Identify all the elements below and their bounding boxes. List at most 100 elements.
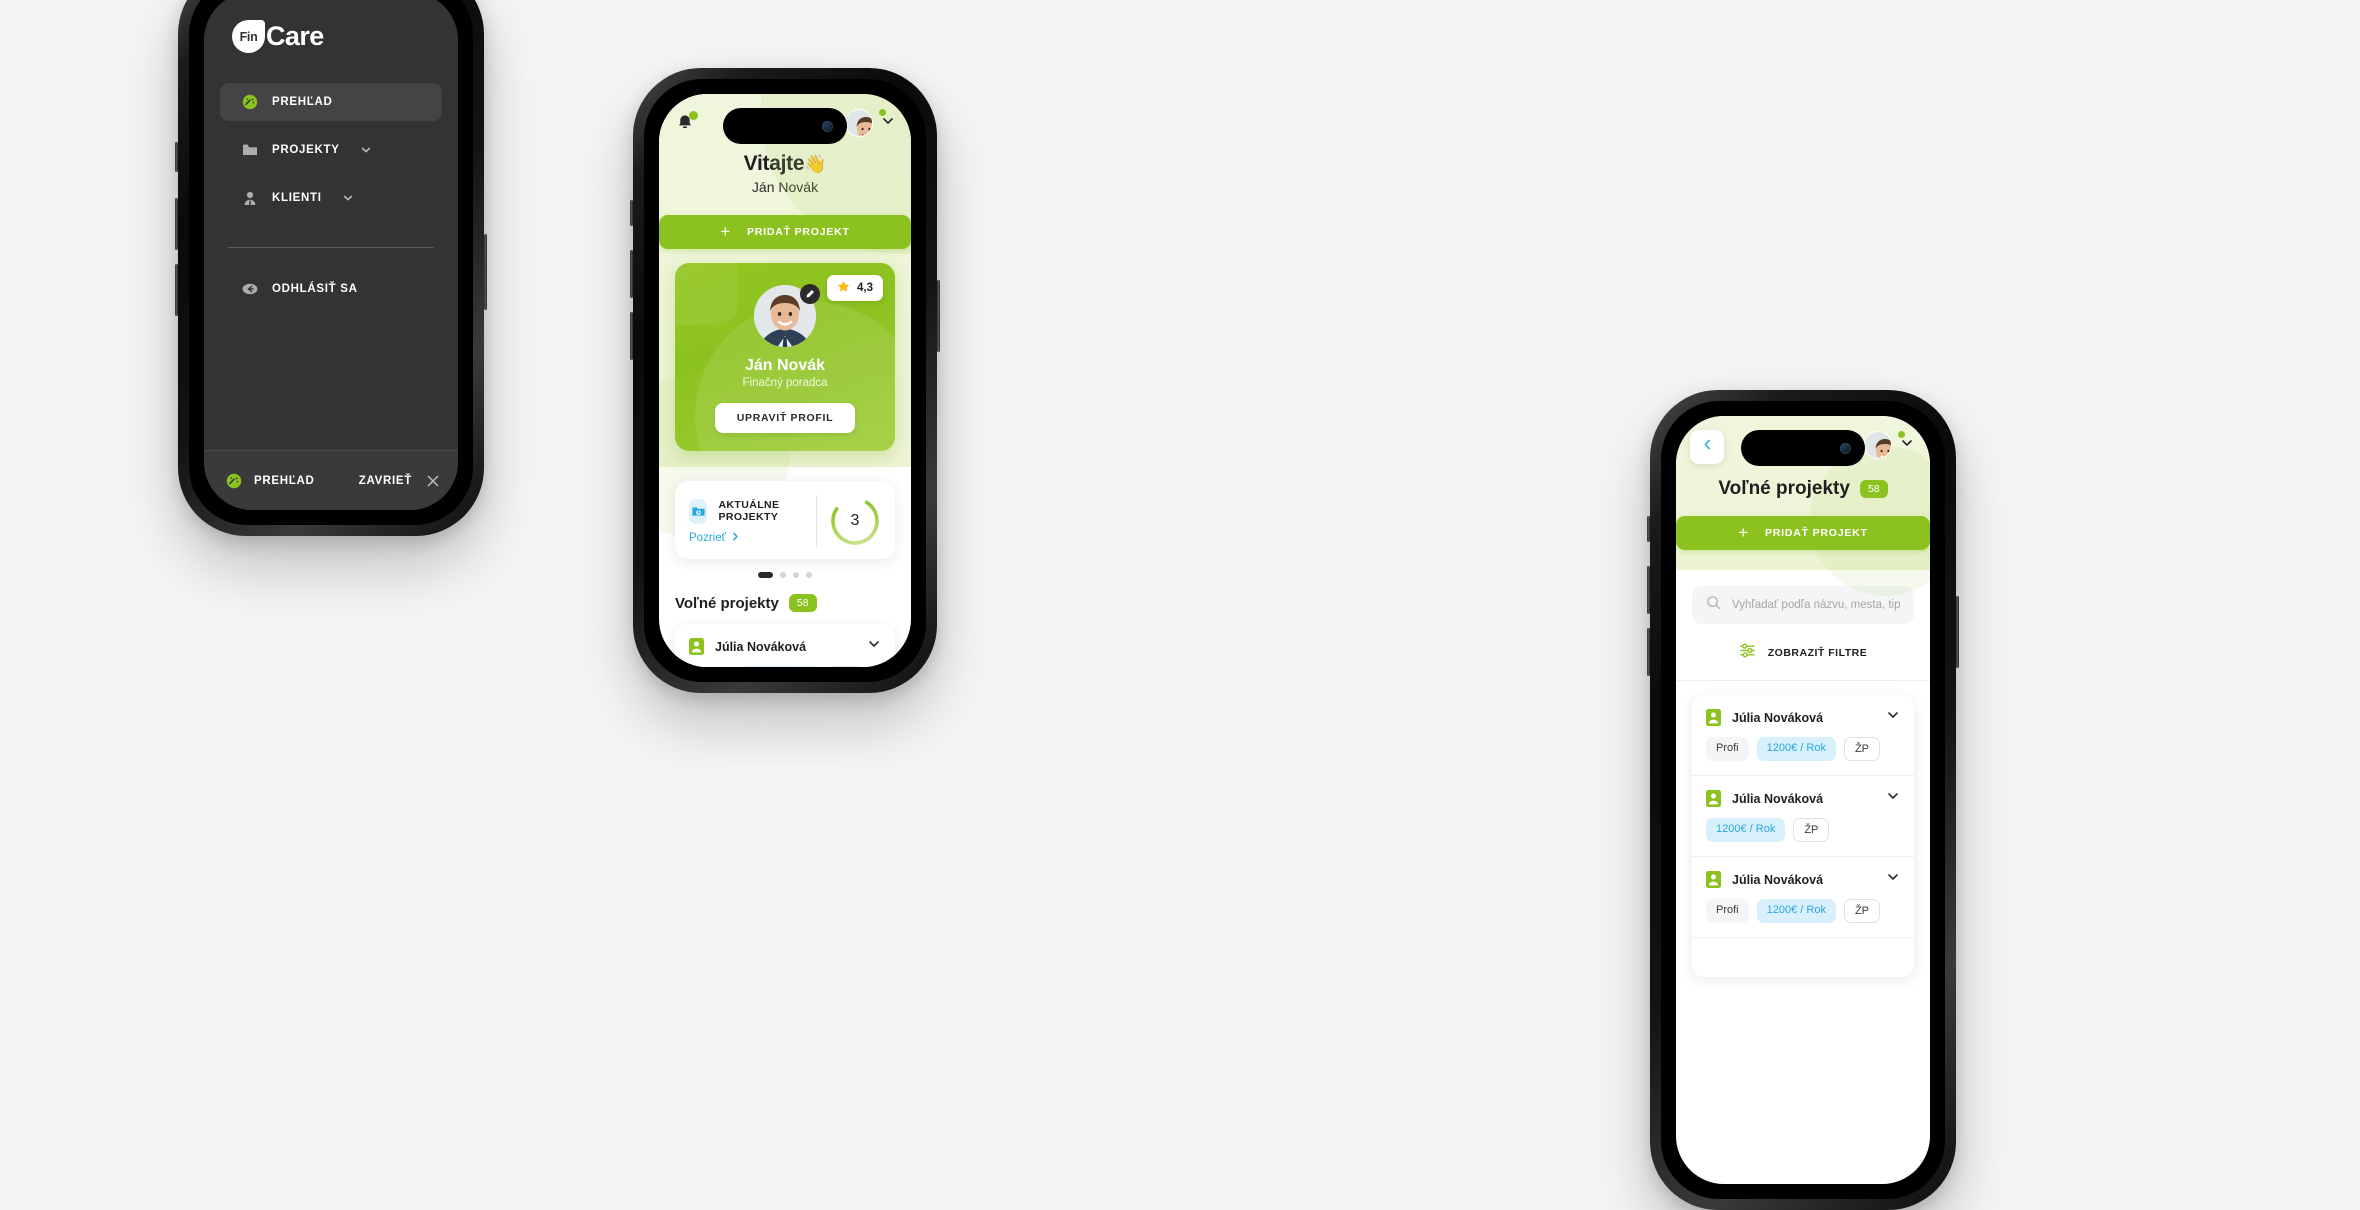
chevron-left-icon (1701, 438, 1714, 456)
view-projects-link[interactable]: Pozrieť (689, 532, 810, 544)
carousel-dot[interactable] (806, 572, 812, 578)
project-list: Júlia Nováková Profi 1200€ / Rok ŽP (675, 624, 895, 667)
chevron-down-icon[interactable] (342, 192, 354, 204)
decor-shape (675, 263, 737, 325)
phone-sidebar: Fin Care PREHĽAD PROJEKTY KLIENTI ODHLÁS… (175, 0, 487, 536)
list-item-header: Júlia Nováková (1706, 789, 1900, 808)
list-item[interactable] (1692, 937, 1914, 977)
bottom-bar-label: PREHĽAD (254, 474, 315, 487)
tag-type: ŽP (1843, 899, 1881, 923)
power-button[interactable] (484, 234, 487, 310)
profile-menu-button[interactable] (1864, 430, 1914, 459)
rating-value: 4,3 (857, 282, 873, 294)
contact-card-icon (1706, 871, 1721, 888)
add-project-button[interactable]: + PRIDAŤ PROJEKT (1676, 516, 1930, 550)
search-input[interactable] (1732, 599, 1900, 611)
tag-price: 1200€ / Rok (1756, 737, 1836, 761)
chevron-down-icon[interactable] (360, 144, 372, 156)
profile-name: Ján Novák (744, 357, 826, 374)
plus-icon: + (1738, 522, 1749, 542)
sidebar-item-klienti[interactable]: KLIENTI (220, 179, 442, 217)
dashboard-header: Vitajte👋 Ján Novák + PRIDAŤ PROJEKT 4,3 (659, 94, 911, 537)
power-button[interactable] (937, 280, 940, 352)
chevron-down-icon[interactable] (1886, 870, 1900, 889)
list-item-name: Júlia Nováková (1732, 872, 1824, 887)
volume-down-button[interactable] (630, 312, 633, 360)
stat-card-divider (816, 495, 817, 547)
sidebar-item-projekty[interactable]: PROJEKTY (220, 131, 442, 169)
current-projects-card[interactable]: AKTUÁLNE PROJEKTY Pozrieť 3 (675, 481, 895, 559)
front-camera-icon (1840, 442, 1851, 454)
sidebar-bottom-bar: PREHĽAD ZAVRIEŤ (204, 450, 458, 510)
list-item[interactable]: Júlia Nováková 1200€ / Rok ŽP (1692, 775, 1914, 856)
profile-menu-button[interactable] (845, 108, 895, 137)
page-count-badge: 58 (1859, 480, 1888, 498)
list-item-tags: Profi 1200€ / Rok ŽP (689, 666, 881, 667)
mute-switch[interactable] (175, 142, 178, 172)
notification-bell-button[interactable] (675, 111, 698, 133)
sidebar-divider (228, 247, 434, 248)
list-item-header: Júlia Nováková (1706, 870, 1900, 889)
carousel-dot-active[interactable] (758, 572, 773, 578)
mute-switch[interactable] (630, 200, 633, 226)
dynamic-island (1741, 430, 1865, 466)
section-count-badge: 58 (788, 594, 817, 612)
sidebar-item-label: PROJEKTY (272, 144, 340, 156)
tag-profi: Profi (1706, 737, 1749, 761)
pencil-icon (806, 290, 814, 298)
search-icon (1706, 595, 1721, 615)
show-filters-label: ZOBRAZIŤ FILTRE (1767, 647, 1868, 659)
volume-up-button[interactable] (630, 250, 633, 298)
volume-up-button[interactable] (175, 198, 178, 250)
tag-profi: Profi (1706, 899, 1749, 923)
tag-profi: Profi (689, 666, 732, 667)
sidebar-screen: Fin Care PREHĽAD PROJEKTY KLIENTI ODHLÁS… (204, 0, 458, 510)
carousel-dot[interactable] (780, 572, 786, 578)
show-filters-button[interactable]: ZOBRAZIŤ FILTRE (1676, 624, 1930, 681)
edit-avatar-button[interactable] (800, 284, 820, 304)
chevron-down-icon[interactable] (1886, 789, 1900, 808)
chevron-down-icon[interactable] (867, 637, 881, 656)
gauge-icon (226, 473, 242, 489)
volume-up-button[interactable] (1647, 566, 1650, 614)
volume-down-button[interactable] (175, 264, 178, 316)
plus-icon: + (720, 221, 731, 241)
power-button[interactable] (1956, 596, 1959, 668)
add-project-button[interactable]: + PRIDAŤ PROJEKT (659, 215, 911, 249)
phone-inner: Fin Care PREHĽAD PROJEKTY KLIENTI ODHLÁS… (189, 0, 473, 525)
volume-down-button[interactable] (1647, 628, 1650, 676)
contact-card-icon (1706, 709, 1721, 726)
logout-icon (242, 281, 258, 297)
app-logo[interactable]: Fin Care (204, 0, 458, 53)
chevron-down-icon[interactable] (1886, 708, 1900, 727)
phone-projects-list: Voľné projekty 58 + PRIDAŤ PROJEKT Vyhľa… (1647, 390, 1959, 1210)
avatar[interactable] (1864, 431, 1892, 459)
sidebar-nav: PREHĽAD PROJEKTY KLIENTI (204, 83, 458, 217)
sidebar-item-label: KLIENTI (272, 192, 322, 204)
bottom-bar-actions: ZAVRIEŤ (359, 474, 442, 488)
mute-switch[interactable] (1647, 516, 1650, 542)
list-item-header: Júlia Nováková (1706, 708, 1900, 727)
dynamic-island (723, 108, 847, 144)
sidebar-item-prehlad[interactable]: PREHĽAD (220, 83, 442, 121)
page-title-text: Voľné projekty (1718, 478, 1850, 499)
list-item[interactable]: Júlia Nováková Profi 1200€ / Rok ŽP (1692, 856, 1914, 937)
projects-screen: Voľné projekty 58 + PRIDAŤ PROJEKT Vyhľa… (1676, 416, 1930, 1184)
list-item[interactable]: Júlia Nováková Profi 1200€ / Rok ŽP (1692, 695, 1914, 775)
edit-profile-button[interactable]: UPRAVIŤ PROFIL (714, 403, 856, 433)
close-button-label[interactable]: ZAVRIEŤ (359, 475, 412, 487)
tag-price: 1200€ / Rok (739, 666, 819, 667)
carousel-dot[interactable] (793, 572, 799, 578)
list-item[interactable]: Júlia Nováková Profi 1200€ / Rok ŽP (675, 624, 895, 667)
logo-word: Care (266, 21, 324, 51)
front-camera-icon (822, 120, 833, 132)
carousel-dots[interactable] (659, 572, 911, 578)
sidebar-item-logout[interactable]: ODHLÁSIŤ SA (220, 270, 442, 308)
folder-clock-icon (689, 498, 708, 524)
phone-inner: Voľné projekty 58 + PRIDAŤ PROJEKT Vyhľa… (1661, 401, 1945, 1199)
avatar[interactable] (845, 109, 873, 137)
notification-badge (689, 111, 698, 120)
close-icon[interactable] (426, 474, 442, 488)
back-button[interactable] (1690, 430, 1724, 464)
list-item-header: Júlia Nováková (689, 637, 881, 656)
